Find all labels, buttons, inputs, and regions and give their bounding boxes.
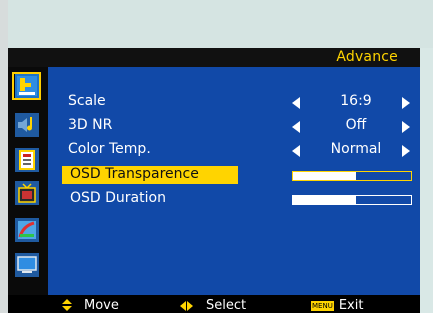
move-hint: Move	[60, 298, 119, 313]
monitor-icon[interactable]	[12, 251, 41, 279]
chart-icon[interactable]	[12, 216, 41, 244]
scale-value: 16:9	[340, 93, 372, 109]
move-label: Move	[84, 298, 119, 313]
3d-nr-label: 3D NR	[68, 117, 113, 133]
settings-panel: Scale 16:9 3D NR Off Color Temp. Normal …	[48, 67, 420, 295]
osd-screen: Advance Scale 16:9 3D NR Off Color Temp.…	[0, 0, 433, 313]
function-icon[interactable]	[12, 146, 41, 174]
select-label: Select	[206, 298, 247, 313]
osd-duration-label: OSD Duration	[70, 190, 166, 206]
menu-item-osd-transparence[interactable]: OSD Transparence	[48, 166, 420, 185]
picture-icon[interactable]	[12, 72, 41, 100]
exit-label: Exit	[338, 298, 364, 313]
scale-label: Scale	[68, 93, 106, 109]
left-edge-strip	[0, 0, 8, 313]
color-temp-label: Color Temp.	[68, 141, 151, 157]
arrow-left-icon[interactable]	[292, 121, 300, 133]
osd-duration-slider[interactable]	[292, 195, 412, 205]
menu-key-badge: MENU	[311, 300, 334, 311]
menu-title: Advance	[336, 49, 398, 65]
up-down-arrow-icon	[60, 298, 74, 312]
arrow-right-icon[interactable]	[402, 121, 410, 133]
top-background	[8, 0, 433, 48]
menu-item-scale[interactable]: Scale 16:9	[48, 93, 420, 112]
select-hint: Select	[180, 298, 246, 313]
menu-item-3d-nr[interactable]: 3D NR Off	[48, 117, 420, 136]
right-edge-strip	[420, 48, 433, 313]
exit-hint: MENU Exit	[311, 298, 363, 313]
category-sidebar	[8, 67, 48, 295]
osd-transparence-fill	[293, 172, 356, 180]
menu-item-osd-duration[interactable]: OSD Duration	[48, 190, 420, 209]
osd-duration-fill	[293, 196, 356, 204]
menu-header: Advance	[8, 48, 420, 67]
arrow-right-icon[interactable]	[402, 97, 410, 109]
menu-item-color-temp[interactable]: Color Temp. Normal	[48, 141, 420, 160]
arrow-left-icon[interactable]	[292, 97, 300, 109]
arrow-right-icon[interactable]	[402, 145, 410, 157]
osd-transparence-slider[interactable]	[292, 171, 412, 181]
osd-transparence-label: OSD Transparence	[70, 166, 199, 182]
3d-nr-value: Off	[345, 117, 367, 133]
left-right-arrow-icon	[180, 300, 194, 312]
arrow-left-icon[interactable]	[292, 145, 300, 157]
sound-icon[interactable]	[12, 111, 41, 139]
key-hint-bar: Move Select MENU Exit	[8, 295, 420, 313]
tv-icon[interactable]	[12, 179, 41, 207]
color-temp-value: Normal	[330, 141, 382, 157]
